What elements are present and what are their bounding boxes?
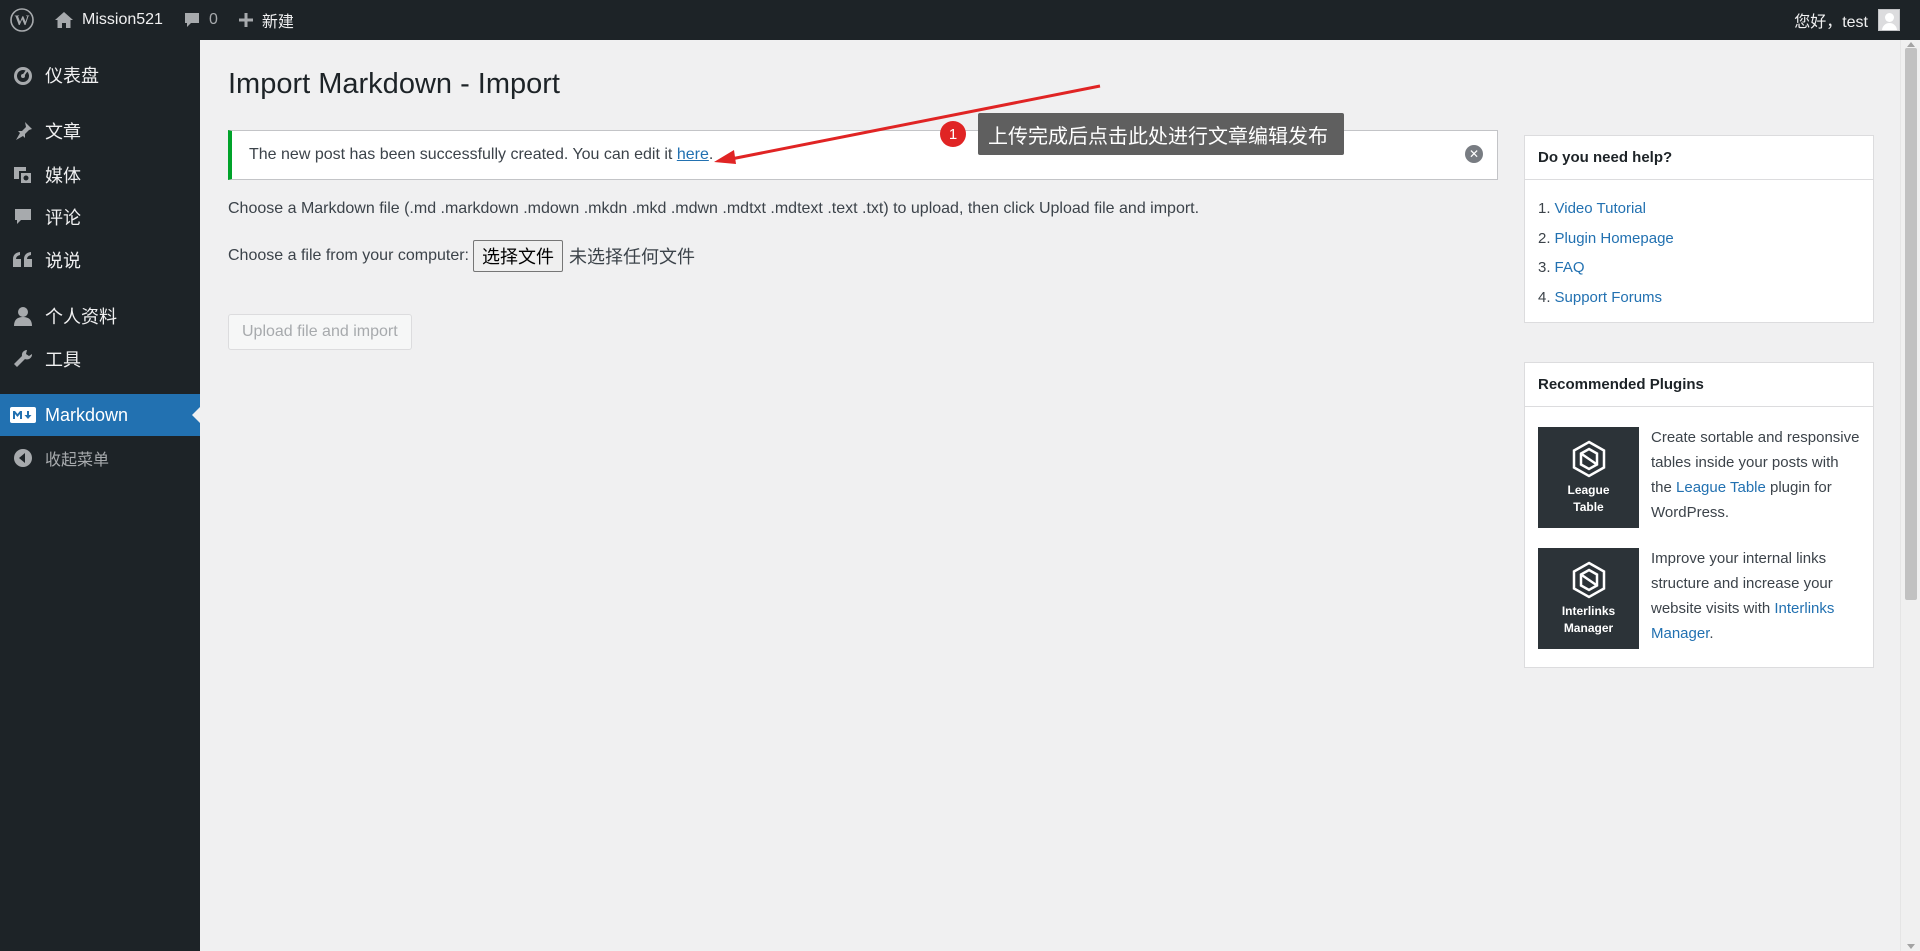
file-chooser-row: Choose a file from your computer: 选择文件 未… — [228, 240, 695, 272]
new-label: 新建 — [261, 14, 294, 31]
sidebar-item-posts[interactable]: 文章 — [0, 110, 200, 152]
new-content-link[interactable]: 新建 — [228, 0, 304, 40]
svg-text:W: W — [15, 13, 30, 29]
plugin-description: Create sortable and responsive tables in… — [1651, 425, 1860, 528]
markdown-icon — [0, 407, 45, 423]
plugin-league-table: League Table Create sortable and respons… — [1525, 427, 1873, 528]
logo-line: Manager — [1563, 620, 1614, 635]
sidebar-item-label: 仪表盘 — [45, 66, 99, 86]
list-number: 3. — [1538, 259, 1551, 277]
help-widget-title: Do you need help? — [1525, 136, 1873, 180]
file-label: Choose a file from your computer: — [228, 247, 469, 264]
quote-icon — [0, 249, 45, 271]
list-number: 1. — [1538, 200, 1551, 218]
avatar[interactable] — [1878, 9, 1900, 31]
sidebar-item-dashboard[interactable]: 仪表盘 — [0, 54, 200, 96]
sidebar-item-label: Markdown — [45, 404, 129, 425]
scrollbar-thumb[interactable] — [1905, 48, 1917, 600]
plugin-homepage-link[interactable]: Plugin Homepage — [1555, 230, 1674, 247]
faq-link[interactable]: FAQ — [1555, 259, 1585, 276]
plugin-interlinks-manager: Interlinks Manager Improve your internal… — [1525, 548, 1873, 649]
user-icon — [0, 305, 45, 327]
collapse-menu-button[interactable]: 收起菜单 — [0, 437, 200, 479]
admin-bar: W Mission521 0 新建 您好，test — [0, 0, 1920, 40]
dashboard-icon — [0, 64, 45, 86]
dismiss-notice-icon[interactable]: ✕ — [1465, 145, 1483, 163]
collapse-icon — [0, 448, 45, 468]
list-number: 2. — [1538, 229, 1551, 247]
site-name-link[interactable]: Mission521 — [44, 0, 173, 40]
edit-post-link[interactable]: here — [677, 146, 709, 164]
scroll-down-icon[interactable] — [1907, 944, 1915, 949]
sidebar-item-label: 说说 — [45, 251, 81, 271]
sidebar-item-tools[interactable]: 工具 — [0, 338, 200, 380]
plugin-description: Improve your internal links structure an… — [1651, 546, 1860, 649]
comments-link[interactable]: 0 — [173, 0, 228, 40]
interlinks-manager-logo[interactable]: Interlinks Manager — [1538, 548, 1639, 649]
site-name: Mission521 — [82, 11, 163, 28]
comment-bubble-icon — [183, 11, 201, 29]
page-scrollbar[interactable] — [1900, 40, 1920, 951]
recommended-plugins-widget: Recommended Plugins League Table Create … — [1524, 362, 1874, 668]
sidebar-item-label: 评论 — [45, 208, 81, 228]
pushpin-icon — [0, 120, 45, 142]
list-number: 4. — [1538, 288, 1551, 306]
list-item: 4. Support Forums — [1538, 283, 1860, 313]
list-item: 3. FAQ — [1538, 253, 1860, 283]
scroll-up-icon[interactable] — [1907, 42, 1915, 47]
notice-text: The new post has been successfully creat… — [249, 146, 677, 163]
home-icon — [54, 11, 74, 29]
video-tutorial-link[interactable]: Video Tutorial — [1555, 200, 1646, 217]
upload-description: Choose a Markdown file (.md .markdown .m… — [228, 200, 1200, 217]
list-item: 2. Plugin Homepage — [1538, 224, 1860, 254]
notice-suffix: . — [708, 146, 714, 163]
help-widget: Do you need help? 1. Video Tutorial 2. Plu… — [1524, 135, 1874, 323]
admin-sidebar: 仪表盘 文章 媒体 评论 说说 个人资料 工具 Markdown 收起菜单 — [0, 40, 200, 951]
sidebar-item-label: 收起菜单 — [45, 452, 110, 469]
annotation-callout: 上传完成后点击此处进行文章编辑发布 — [978, 113, 1344, 155]
sidebar-item-comments[interactable]: 评论 — [0, 196, 200, 238]
logo-line: Interlinks — [1561, 603, 1616, 618]
sidebar-item-shuoshuo[interactable]: 说说 — [0, 239, 200, 281]
sidebar-item-label: 媒体 — [45, 166, 81, 186]
support-forums-link[interactable]: Support Forums — [1555, 289, 1663, 306]
plus-icon — [238, 12, 254, 28]
wordpress-logo-icon[interactable]: W — [0, 0, 44, 40]
greeting: 您好，test — [1794, 14, 1868, 31]
choose-file-button[interactable]: 选择文件 — [473, 240, 563, 272]
hexagon-logo-icon — [1572, 440, 1605, 477]
plugin-text: . — [1709, 625, 1714, 642]
upload-file-and-import-button[interactable]: Upload file and import — [228, 314, 412, 350]
page-title: Import Markdown - Import — [228, 68, 560, 100]
league-table-logo[interactable]: League Table — [1538, 427, 1639, 528]
help-links: 1. Video Tutorial 2. Plugin Homepage 3. FAQ… — [1525, 180, 1873, 322]
sidebar-item-markdown[interactable]: Markdown — [0, 394, 200, 436]
sidebar-item-label: 个人资料 — [45, 307, 117, 327]
sidebar-item-media[interactable]: 媒体 — [0, 154, 200, 196]
sidebar-item-profile[interactable]: 个人资料 — [0, 295, 200, 337]
annotation-badge: 1 — [940, 121, 966, 147]
media-icon — [0, 164, 45, 186]
sidebar-item-label: 工具 — [45, 350, 81, 370]
my-account[interactable]: 您好，test — [1794, 0, 1920, 40]
comment-icon — [0, 206, 45, 228]
sidebar-item-label: 文章 — [45, 122, 81, 142]
comment-count: 0 — [208, 11, 218, 28]
hexagon-logo-icon — [1572, 561, 1605, 598]
wrench-icon — [0, 348, 45, 370]
league-table-link[interactable]: League Table — [1676, 479, 1766, 496]
list-item: 1. Video Tutorial — [1538, 194, 1860, 224]
logo-line: Table — [1573, 499, 1604, 514]
no-file-chosen-text: 未选择任何文件 — [569, 247, 695, 267]
recommended-plugins-title: Recommended Plugins — [1525, 363, 1873, 407]
logo-line: League — [1567, 482, 1610, 497]
